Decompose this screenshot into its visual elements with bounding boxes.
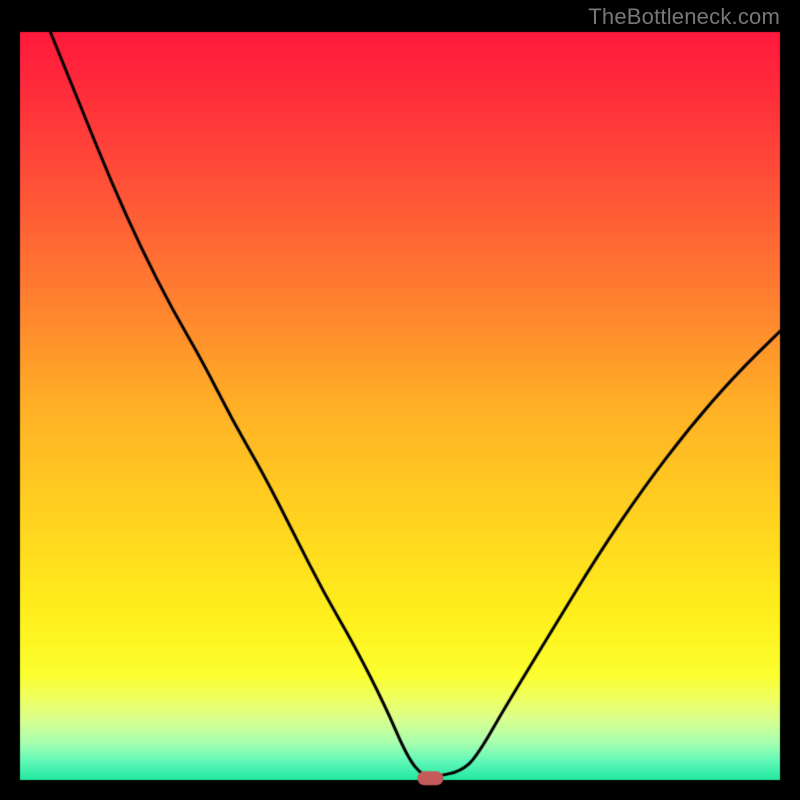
attribution-text: TheBottleneck.com: [588, 4, 780, 30]
chart-canvas: [0, 0, 800, 800]
chart-stage: TheBottleneck.com: [0, 0, 800, 800]
